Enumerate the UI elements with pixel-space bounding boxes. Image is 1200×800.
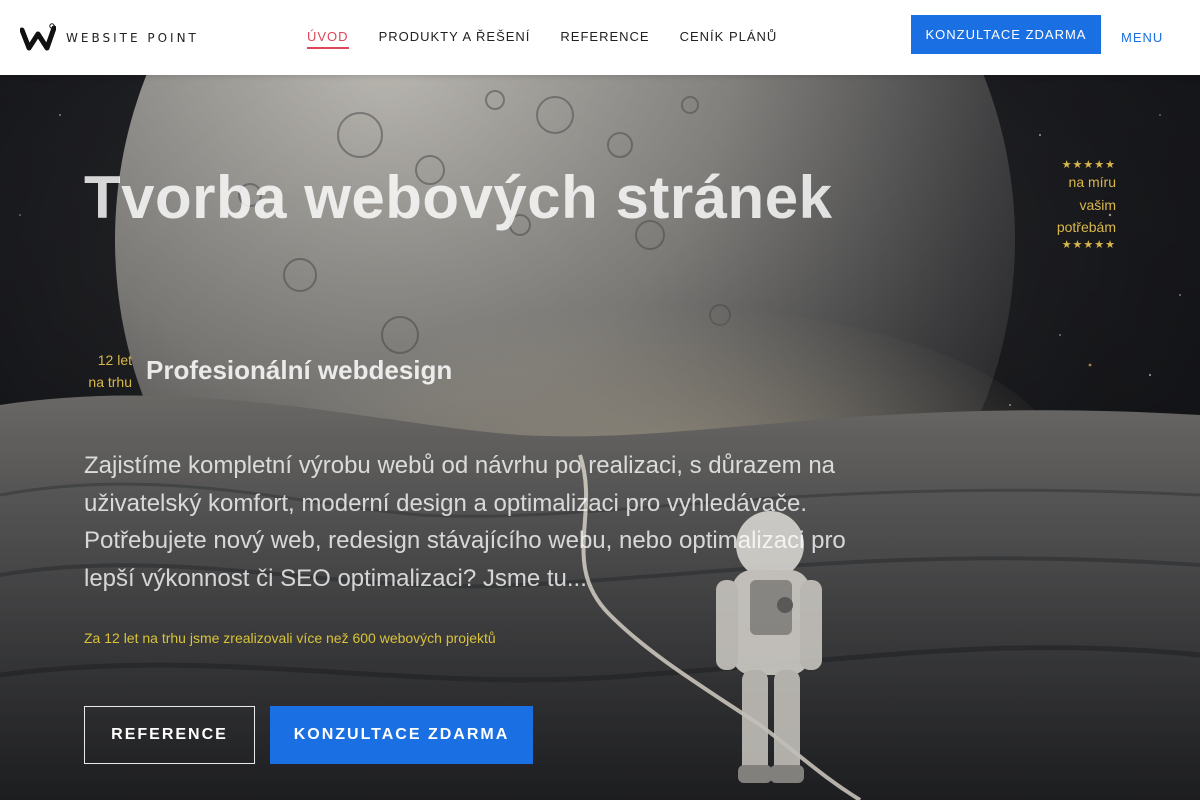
projects-stat: Za 12 let na trhu jsme zrealizovali více…: [84, 630, 496, 646]
hero-consultation-button[interactable]: KONZULTACE ZDARMA: [270, 706, 533, 764]
nav-item-cenik[interactable]: CENÍK PLÁNŮ: [680, 29, 778, 49]
years-line-1: 12 let: [97, 352, 132, 368]
menu-button[interactable]: MENU: [1121, 30, 1163, 45]
main-nav: ÚVOD PRODUKTY A ŘEŠENÍ REFERENCE CENÍK P…: [307, 29, 777, 49]
side-tag-line-2: vašim: [1079, 196, 1116, 213]
years-line-2: na trhu: [88, 374, 132, 390]
hero-subtitle: Profesionální webdesign: [146, 355, 453, 385]
nav-item-uvod[interactable]: ÚVOD: [307, 29, 349, 49]
nav-item-produkty[interactable]: PRODUKTY A ŘEŠENÍ: [379, 29, 531, 49]
hero-section: Tvorba webových stránek ★★★★★ na míru va…: [0, 75, 1200, 800]
years-on-market: 12 let na trhu: [84, 349, 132, 393]
hero-title: Tvorba webových stránek: [84, 164, 833, 231]
consultation-button[interactable]: KONZULTACE ZDARMA: [911, 15, 1101, 54]
logo-text: WEBSITE POINT: [66, 31, 199, 45]
site-header: WEBSITE POINT ÚVOD PRODUKTY A ŘEŠENÍ REF…: [0, 0, 1200, 75]
nav-item-reference[interactable]: REFERENCE: [560, 29, 649, 49]
logo[interactable]: WEBSITE POINT: [20, 22, 199, 54]
side-tag-line-3: potřebám: [1056, 219, 1116, 235]
reference-button[interactable]: REFERENCE: [84, 706, 255, 764]
side-tagline: ★★★★★ na míru vašim potřebám ★★★★★: [1020, 159, 1116, 251]
hero-intro-text: Zajistíme kompletní výrobu webů od návrh…: [84, 452, 846, 592]
rating-stars-bottom: ★★★★★: [1061, 238, 1116, 251]
side-tag-line-1: na míru: [1068, 174, 1116, 190]
rating-stars-top: ★★★★★: [1061, 159, 1116, 171]
website-point-logo-icon: [20, 23, 56, 51]
